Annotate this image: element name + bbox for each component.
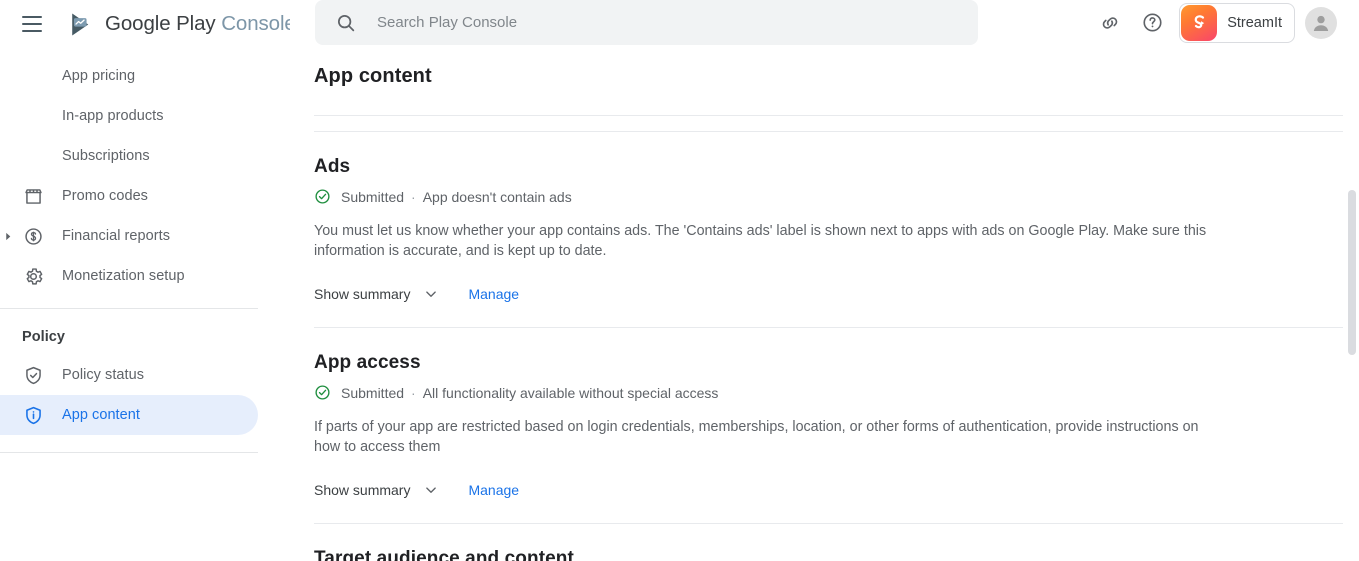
play-console-app: Google Play Console App pricing In-app p… bbox=[0, 0, 1359, 561]
streamit-app-icon bbox=[1181, 4, 1218, 41]
sidebar-item-label: Financial reports bbox=[62, 228, 171, 244]
shield-info-icon bbox=[22, 404, 44, 426]
search-icon bbox=[335, 12, 357, 34]
account-avatar-icon[interactable] bbox=[1305, 6, 1337, 39]
status-detail: All functionality available without spec… bbox=[422, 384, 719, 401]
search-bar[interactable] bbox=[315, 0, 978, 45]
content-scrollbar[interactable] bbox=[1345, 45, 1359, 561]
status-label: Submitted bbox=[341, 188, 405, 205]
sidebar-item-policy-status[interactable]: Policy status bbox=[0, 355, 258, 395]
manage-link[interactable]: Manage bbox=[468, 482, 519, 498]
section-heading: Ads bbox=[314, 156, 351, 177]
search-input[interactable] bbox=[377, 14, 937, 31]
chevron-down-icon bbox=[422, 481, 440, 499]
sidebar-item-label: Monetization setup bbox=[62, 268, 185, 284]
sidebar-section-policy-title: Policy bbox=[22, 329, 66, 345]
sidebar-item-label: App pricing bbox=[62, 68, 136, 84]
gear-icon bbox=[22, 265, 44, 287]
check-circle-icon bbox=[314, 188, 331, 205]
sidebar-item-financial-reports[interactable]: Financial reports bbox=[0, 216, 258, 256]
section-heading: Target audience and content bbox=[314, 548, 574, 561]
sidebar-item-app-content[interactable]: App content bbox=[0, 395, 258, 435]
topbar-actions: StreamIt bbox=[1089, 0, 1337, 45]
section-actions: Show summary Manage bbox=[314, 481, 1359, 523]
sidebar-item-label: App content bbox=[62, 407, 140, 423]
show-summary-toggle[interactable]: Show summary bbox=[314, 285, 440, 303]
sidebar-divider-bottom bbox=[0, 452, 258, 453]
page-title: App content bbox=[314, 65, 432, 87]
help-circle-icon[interactable] bbox=[1131, 2, 1173, 44]
main-content: App content Ads Submitted · App doesn't bbox=[290, 45, 1359, 561]
sidebar-nav-policy: Policy status App content bbox=[0, 355, 290, 435]
check-circle-icon bbox=[314, 384, 331, 401]
expand-arrow-icon[interactable] bbox=[2, 230, 14, 242]
sidebar-item-in-app-products[interactable]: In-app products bbox=[0, 96, 258, 136]
hamburger-menu-icon[interactable] bbox=[22, 12, 46, 36]
status-badge: Submitted · App doesn't contain ads bbox=[314, 188, 1359, 205]
section-ads: Ads Submitted · App doesn't contain ads … bbox=[314, 132, 1359, 327]
app-selector-chip[interactable]: StreamIt bbox=[1179, 2, 1295, 43]
brand-title-primary: Google Play bbox=[105, 12, 216, 35]
brand-title-secondary: Console bbox=[221, 12, 290, 35]
manage-link[interactable]: Manage bbox=[468, 286, 519, 302]
brand-logo[interactable]: Google Play Console bbox=[68, 11, 290, 38]
section-actions: Show summary Manage bbox=[314, 285, 1359, 327]
dollar-circle-icon bbox=[22, 225, 44, 247]
show-summary-toggle[interactable]: Show summary bbox=[314, 481, 440, 499]
scrollbar-thumb[interactable] bbox=[1348, 190, 1356, 355]
sidebar-item-app-pricing[interactable]: App pricing bbox=[0, 56, 258, 96]
store-icon bbox=[22, 185, 44, 207]
app-name-label: StreamIt bbox=[1227, 14, 1282, 31]
sidebar-item-label: Subscriptions bbox=[62, 148, 150, 164]
status-detail: App doesn't contain ads bbox=[422, 188, 572, 205]
section-target-audience: Target audience and content bbox=[314, 524, 1359, 561]
status-separator: · bbox=[411, 188, 416, 205]
sidebar-item-promo-codes[interactable]: Promo codes bbox=[0, 176, 258, 216]
status-separator: · bbox=[411, 384, 416, 401]
link-icon[interactable] bbox=[1089, 2, 1131, 44]
sidebar: Google Play Console App pricing In-app p… bbox=[0, 0, 290, 561]
section-description: If parts of your app are restricted base… bbox=[314, 419, 1199, 455]
sidebar-nav-monetize: App pricing In-app products Subscription… bbox=[0, 48, 290, 296]
topbar: StreamIt bbox=[290, 0, 1359, 45]
show-summary-label: Show summary bbox=[314, 286, 411, 302]
sidebar-item-subscriptions[interactable]: Subscriptions bbox=[0, 136, 258, 176]
section-app-access: App access Submitted · All functionality… bbox=[314, 328, 1359, 523]
section-heading: App access bbox=[314, 352, 421, 373]
status-label: Submitted bbox=[341, 384, 405, 401]
sidebar-header: Google Play Console bbox=[0, 0, 290, 48]
sidebar-item-label: In-app products bbox=[62, 108, 164, 124]
sidebar-item-label: Promo codes bbox=[62, 188, 148, 204]
status-badge: Submitted · All functionality available … bbox=[314, 384, 1359, 401]
brand-title: Google Play Console bbox=[105, 12, 290, 36]
show-summary-label: Show summary bbox=[314, 482, 411, 498]
google-play-icon bbox=[68, 11, 95, 38]
chevron-down-icon bbox=[422, 285, 440, 303]
section-description: You must let us know whether your app co… bbox=[314, 223, 1207, 259]
sidebar-item-monetization-setup[interactable]: Monetization setup bbox=[0, 256, 258, 296]
sidebar-item-label: Policy status bbox=[62, 367, 145, 383]
shield-check-icon bbox=[22, 364, 44, 386]
